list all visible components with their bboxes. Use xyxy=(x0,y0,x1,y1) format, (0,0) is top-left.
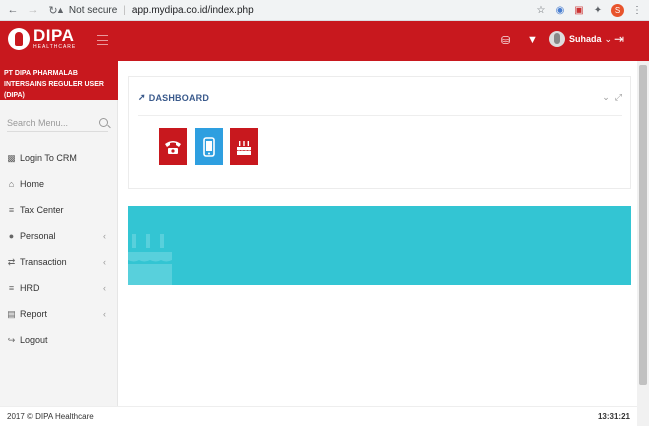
dashboard-title-text: DASHBOARD xyxy=(148,92,210,103)
warning-icon[interactable]: ▲ xyxy=(56,5,65,15)
home-icon: ⌂ xyxy=(8,179,15,189)
chevron-left-icon: ‹ xyxy=(103,283,106,293)
browser-actions: ☆ ◉ ▣ ✦ S ⋮ xyxy=(535,2,643,18)
login-crm-icon: ▩ xyxy=(7,152,16,163)
chevron-left-icon: ‹ xyxy=(103,231,106,241)
page-scrollbar[interactable] xyxy=(637,61,649,426)
sidebar-item-label: Logout xyxy=(20,335,48,345)
phone-tile[interactable] xyxy=(159,128,187,165)
phone-icon xyxy=(165,140,181,154)
panel-divider xyxy=(138,115,622,116)
user-menu[interactable]: Suhada ⌄ xyxy=(549,31,612,47)
expand-icon[interactable]: ⤢ xyxy=(615,92,622,103)
mobile-icon xyxy=(203,136,215,157)
back-icon[interactable]: ← xyxy=(6,3,20,17)
user-name: Suhada xyxy=(569,34,602,44)
search-input[interactable]: Search Menu... xyxy=(7,114,108,132)
avatar xyxy=(549,31,565,47)
user-icon: ● xyxy=(8,231,15,241)
extension-icon[interactable]: ◉ xyxy=(554,4,566,16)
page-footer: 2017 © DIPA Healthcare 13:31:21 xyxy=(0,406,637,426)
report-icon: ▤ xyxy=(7,308,16,319)
logout-icon: ↪ xyxy=(7,334,16,345)
clock: 13:31:21 xyxy=(597,412,630,421)
search-icon[interactable] xyxy=(99,118,108,127)
sidebar-item-personal[interactable]: ● Personal ‹ xyxy=(0,226,118,246)
search-placeholder: Search Menu... xyxy=(7,117,69,128)
dashboard-title: ➚ DASHBOARD xyxy=(138,92,209,103)
mobile-tile[interactable] xyxy=(195,128,223,165)
forward-icon[interactable]: → xyxy=(26,3,40,17)
sidebar-item-label: Report xyxy=(20,309,48,319)
sidebar-item-label: Transaction xyxy=(20,257,67,267)
dipa-logo[interactable]: DIPA HEALTHCARE xyxy=(8,27,76,50)
sidebar-item-label: Home xyxy=(20,179,45,189)
sidebar-item-label: Personal xyxy=(20,231,56,241)
chevron-left-icon: ‹ xyxy=(103,257,106,267)
logo-main-text: DIPA xyxy=(33,26,75,45)
hamburger-menu-icon[interactable] xyxy=(97,35,108,45)
pin-icon: ➚ xyxy=(138,92,146,102)
sidebar-item-report[interactable]: ▤ Report ‹ xyxy=(0,304,118,324)
url-text[interactable]: app.mydipa.co.id/index.php xyxy=(132,5,254,16)
sidebar-item-label: Login To CRM xyxy=(20,153,77,163)
sidebar-item-label: HRD xyxy=(20,283,40,293)
sidebar-item-hrd[interactable]: ≡ HRD ‹ xyxy=(0,278,118,298)
database-icon[interactable]: ⛁ xyxy=(501,34,510,47)
chevron-left-icon: ‹ xyxy=(103,309,106,319)
list-icon: ≡ xyxy=(8,283,15,293)
sidebar-item-label: Tax Center xyxy=(20,205,64,215)
menu-dots-icon[interactable]: ⋮ xyxy=(631,4,643,16)
bookmark-star-icon[interactable]: ☆ xyxy=(535,4,547,16)
sidebar-item-logout[interactable]: ↪ Logout xyxy=(0,330,118,350)
birthday-cake-icon xyxy=(128,234,172,285)
birthday-cake-icon xyxy=(237,140,251,155)
sign-out-icon[interactable]: ⇥ xyxy=(614,32,624,46)
sidebar-item-login-to-crm[interactable]: ▩ Login To CRM xyxy=(0,148,118,168)
sidebar-item-tax-center[interactable]: ≡ Tax Center xyxy=(0,200,118,220)
chevron-down-icon: ⌄ xyxy=(604,33,613,44)
security-label[interactable]: Not secure xyxy=(69,5,117,16)
logo-sub-text: HEALTHCARE xyxy=(33,44,77,50)
profile-avatar[interactable]: S xyxy=(611,3,624,17)
address-separator: | xyxy=(123,4,126,16)
sidebar-item-transaction[interactable]: ⇄ Transaction ‹ xyxy=(0,252,118,272)
copyright-text: 2017 © DIPA Healthcare xyxy=(7,412,94,421)
logo-mark-icon xyxy=(8,27,30,50)
filter-icon[interactable]: ▼ xyxy=(527,34,538,46)
app-header: DIPA HEALTHCARE ⛁ ▼ Suhada ⌄ ⇥ xyxy=(0,21,649,61)
birthday-tile[interactable] xyxy=(230,128,258,165)
sidebar-item-home[interactable]: ⌂ Home xyxy=(0,174,118,194)
exchange-icon: ⇄ xyxy=(7,256,16,267)
address-bar[interactable]: ▲ Not secure | app.mydipa.co.id/index.ph… xyxy=(56,2,536,18)
logo-text: DIPA HEALTHCARE xyxy=(33,27,76,50)
puzzle-icon[interactable]: ✦ xyxy=(592,4,604,16)
collapse-chevron-icon[interactable]: ⌄ xyxy=(602,92,610,103)
company-name: PT DIPA PHARMALAB INTERSAINS REGULER USE… xyxy=(0,61,118,100)
panel-tools: ⌄ ⤢ xyxy=(602,92,622,103)
list-icon: ≡ xyxy=(8,205,15,215)
dashboard-panel: ➚ DASHBOARD ⌄ ⤢ xyxy=(128,76,631,189)
sidebar: PT DIPA PHARMALAB INTERSAINS REGULER USE… xyxy=(0,61,118,406)
scroll-thumb[interactable] xyxy=(639,65,647,385)
extension-icon[interactable]: ▣ xyxy=(573,4,585,16)
browser-toolbar: ← → ↻ ▲ Not secure | app.mydipa.co.id/in… xyxy=(0,0,649,21)
birthday-banner xyxy=(128,206,631,285)
